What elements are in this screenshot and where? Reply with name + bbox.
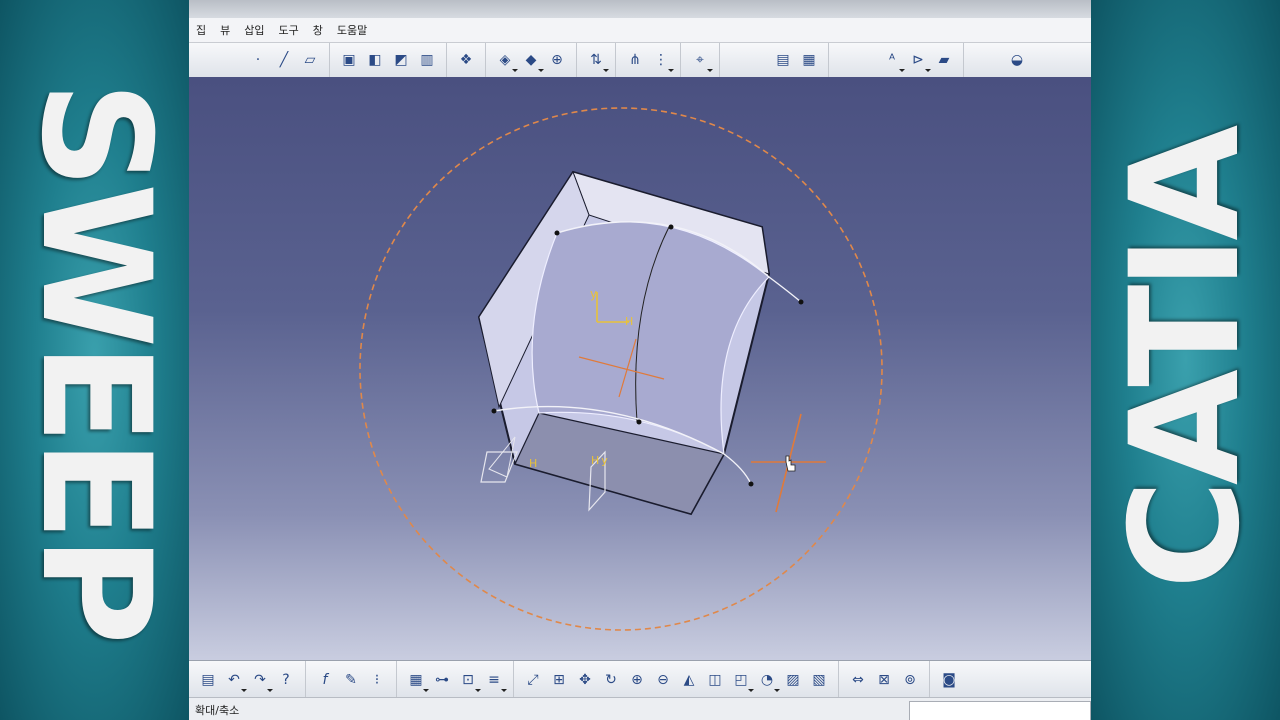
comment-icon[interactable]: ✎ [339, 668, 363, 692]
menu-window[interactable]: 창 [306, 22, 330, 38]
measure-icon[interactable]: ▰ [932, 48, 956, 72]
bottom-toolbar: ▤ ↶ ↷ ? f ✎ ⁝ ▦ ⊶ ⊡ ≡ ⤢ ⊞ ✥ ↻ ⊕ ⊖ ◭ ◫ ◰ … [189, 660, 1091, 698]
hide-show-icon[interactable]: ◔ [755, 668, 780, 692]
bottom-group-capture: ◙ [930, 661, 968, 698]
menu-edit[interactable]: 집 [189, 22, 213, 38]
toolbar-group-surfaces: ▣ ◧ ◩ ▥ [330, 43, 447, 77]
repetition-icon[interactable]: ⋔ [623, 48, 647, 72]
split-icon[interactable]: ◈ [493, 48, 518, 72]
toolbar-group-annotation: ᴬ ⊳ ▰ [829, 43, 964, 77]
bottom-group-knowledge: f ✎ ⁝ [306, 661, 397, 698]
toolbar-group-grid: ▤ ▦ [720, 43, 829, 77]
pattern-icon[interactable]: ⋮ [649, 48, 674, 72]
status-bar: 확대/축소 [189, 697, 1091, 720]
bottom-group-tools: ▦ ⊶ ⊡ ≡ [397, 661, 514, 698]
catia-window: 집 뷰 삽입 도구 창 도움말 · ╱ ▱ ▣ ◧ ◩ ▥ ❖ ◈ ◆ ⊕ ⇅ [189, 0, 1091, 720]
toolbar-group-axis: ⌖ [681, 43, 720, 77]
camera-icon[interactable]: ◙ [937, 668, 961, 692]
3d-viewport[interactable]: y H H Hy [189, 77, 1091, 660]
trim-icon[interactable]: ◆ [519, 48, 544, 72]
vertex-point[interactable] [798, 299, 804, 305]
iso-view-icon[interactable]: ◫ [703, 668, 727, 692]
table-icon[interactable]: ▦ [404, 668, 429, 692]
zoom-out-icon[interactable]: ⊖ [651, 668, 675, 692]
menu-bar: 집 뷰 삽입 도구 창 도움말 [189, 18, 1091, 43]
menu-insert[interactable]: 삽입 [237, 22, 271, 38]
vertex-point[interactable] [668, 224, 674, 230]
vertex-point[interactable] [748, 481, 754, 487]
toolbar-group-join: ❖ [447, 43, 486, 77]
extrude-icon[interactable]: ▣ [337, 48, 361, 72]
rotate-icon[interactable]: ↻ [599, 668, 623, 692]
left-banner: SWEEP [0, 0, 189, 720]
redo-icon[interactable]: ↷ [248, 668, 273, 692]
toolbar-group-transform: ⇅ [577, 43, 616, 77]
boundary-icon[interactable]: ⊕ [545, 48, 569, 72]
normal-view-icon[interactable]: ◭ [677, 668, 701, 692]
command-input[interactable] [909, 701, 1091, 720]
capture-icon[interactable]: ▧ [807, 668, 831, 692]
menu-view[interactable]: 뷰 [213, 22, 237, 38]
select-icon[interactable]: ⊞ [547, 668, 571, 692]
plane-label-h: H [529, 457, 537, 470]
knowledge-icon[interactable]: ⁝ [365, 668, 389, 692]
annotation-icon[interactable]: ⊳ [906, 48, 931, 72]
help-icon[interactable]: ? [274, 668, 298, 692]
bottom-group-view: ⤢ ⊞ ✥ ↻ ⊕ ⊖ ◭ ◫ ◰ ◔ ▨ ▧ [514, 661, 839, 698]
grid-icon[interactable]: ▤ [771, 48, 795, 72]
table-icon[interactable]: ▦ [797, 48, 821, 72]
right-banner-text: CATIA [1098, 130, 1273, 590]
formula-icon[interactable]: f [313, 668, 337, 692]
3d-scene: y H H Hy [359, 107, 883, 631]
toolbar-group-material: ◒ [964, 43, 1036, 77]
offset-icon[interactable]: ◧ [363, 48, 387, 72]
left-banner-text: SWEEP [7, 80, 182, 640]
sweep-icon[interactable]: ◩ [389, 48, 413, 72]
vertex-point[interactable] [491, 408, 497, 414]
shading-icon[interactable]: ◰ [729, 668, 754, 692]
lock-icon[interactable]: ⊡ [456, 668, 481, 692]
paste-icon[interactable]: ▤ [196, 668, 220, 692]
line-icon[interactable]: ╱ [272, 48, 296, 72]
right-banner: CATIA [1091, 0, 1280, 720]
parameters-icon[interactable]: ≡ [482, 668, 507, 692]
axis-label-y: y [590, 287, 597, 301]
measure-item-icon[interactable]: ⊠ [872, 668, 896, 692]
undo-icon[interactable]: ↶ [222, 668, 247, 692]
bottom-group-edit: ▤ ↶ ↷ ? [189, 661, 306, 698]
top-toolbar: · ╱ ▱ ▣ ◧ ◩ ▥ ❖ ◈ ◆ ⊕ ⇅ ⋔ ⋮ ⌖ ▤ ▦ ᴬ ⊳ ▰ … [189, 43, 1091, 78]
toolbar-group-replication: ⋔ ⋮ [616, 43, 681, 77]
point-icon[interactable]: · [246, 48, 270, 72]
menu-tools[interactable]: 도구 [272, 22, 306, 38]
zoom-in-icon[interactable]: ⊕ [625, 668, 649, 692]
vertex-point[interactable] [554, 230, 560, 236]
bottom-group-measure: ⇔ ⊠ ⊚ [839, 661, 930, 698]
menu-help[interactable]: 도움말 [330, 22, 374, 38]
mass-icon[interactable]: ⊚ [898, 668, 922, 692]
status-text: 확대/축소 [195, 703, 240, 717]
text-abc-icon[interactable]: ᴬ [880, 48, 905, 72]
title-bar [189, 0, 1091, 18]
swap-icon[interactable]: ▨ [781, 668, 805, 692]
vertex-point[interactable] [636, 419, 642, 425]
fill-icon[interactable]: ▥ [415, 48, 439, 72]
translate-icon[interactable]: ⇅ [584, 48, 609, 72]
axis-system-icon[interactable]: ⌖ [688, 48, 713, 72]
tree-icon[interactable]: ⊶ [430, 668, 454, 692]
plane-icon[interactable]: ▱ [298, 48, 322, 72]
pan-icon[interactable]: ✥ [573, 668, 597, 692]
join-icon[interactable]: ❖ [454, 48, 478, 72]
measure-between-icon[interactable]: ⇔ [846, 668, 870, 692]
apply-material-icon[interactable]: ◒ [1005, 48, 1029, 72]
axis-label-h: H [625, 315, 633, 328]
toolbar-group-operations: ◈ ◆ ⊕ [486, 43, 577, 77]
toolbar-group-wireframe: · ╱ ▱ [195, 43, 330, 77]
fit-all-icon[interactable]: ⤢ [521, 668, 545, 692]
